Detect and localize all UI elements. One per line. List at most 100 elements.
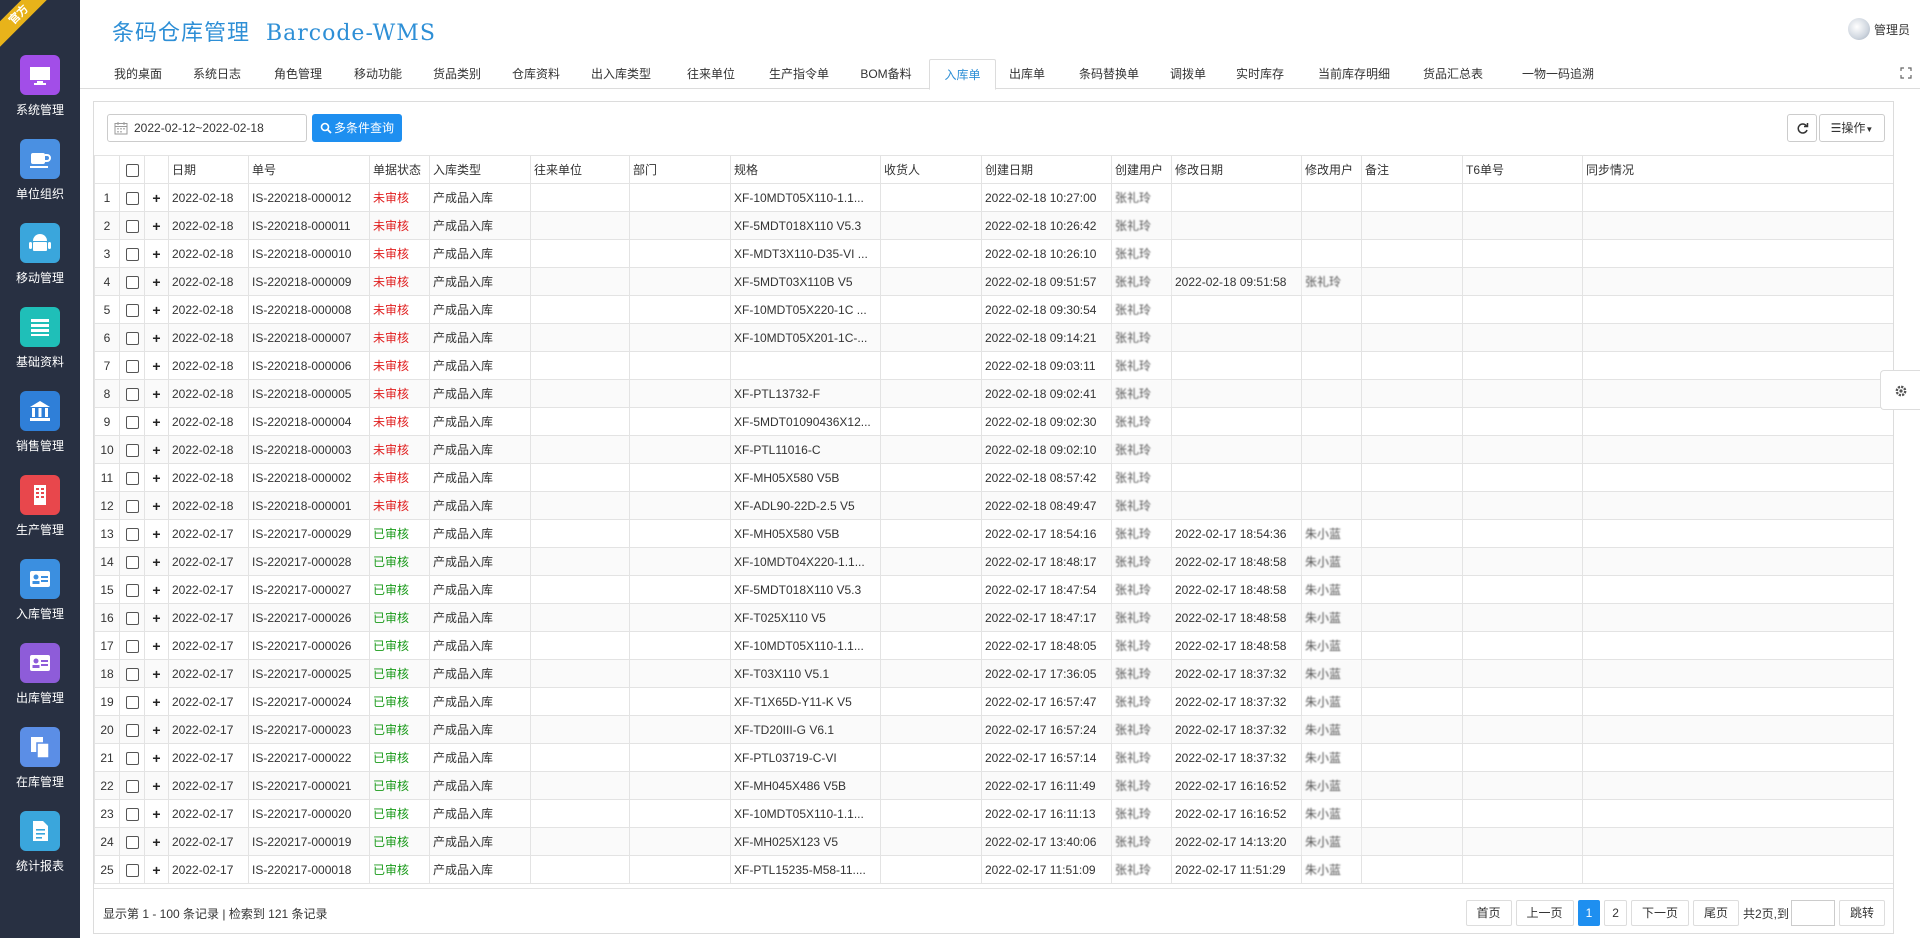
- table-row[interactable]: 6 +2022-02-18 IS-220218-000007 未审核 产成品入库 XF-1…: [94, 323, 1893, 352]
- row-checkbox-cell[interactable]: [119, 351, 145, 380]
- sidebar-item-4[interactable]: 基础资料: [0, 307, 80, 391]
- row-checkbox-cell[interactable]: [119, 519, 145, 548]
- row-checkbox-cell[interactable]: [119, 771, 145, 800]
- row-checkbox[interactable]: [125, 219, 139, 233]
- last-page-button[interactable]: 尾页: [1692, 900, 1739, 926]
- tab-9[interactable]: 生产指令单: [760, 59, 838, 89]
- table-row[interactable]: 10 +2022-02-18 IS-220218-000003 未审核 产成品入库 XF-…: [94, 435, 1893, 464]
- column-header[interactable]: 日期: [168, 155, 249, 184]
- expand-row-icon[interactable]: +: [144, 799, 169, 828]
- first-page-button[interactable]: 首页: [1465, 900, 1512, 926]
- tab-1[interactable]: 我的桌面: [104, 59, 172, 89]
- row-checkbox-cell[interactable]: [119, 547, 145, 576]
- sidebar-item-3[interactable]: 移动管理: [0, 223, 80, 307]
- tab-13[interactable]: 条码替换单: [1066, 59, 1152, 89]
- sidebar-item-5[interactable]: 销售管理: [0, 391, 80, 475]
- multi-search-button[interactable]: 多条件查询: [312, 114, 402, 142]
- select-all-header[interactable]: [119, 155, 145, 184]
- table-row[interactable]: 25 +2022-02-17 IS-220217-000018 已审核 产成品入库 XF-…: [94, 855, 1893, 884]
- table-row[interactable]: 24 +2022-02-17 IS-220217-000019 已审核 产成品入库 XF-…: [94, 827, 1893, 856]
- row-checkbox-cell[interactable]: [119, 267, 145, 296]
- tab-6[interactable]: 仓库资料: [504, 59, 568, 89]
- row-checkbox-cell[interactable]: [119, 435, 145, 464]
- row-checkbox-cell[interactable]: [119, 407, 145, 436]
- settings-tab[interactable]: [1880, 370, 1920, 410]
- row-checkbox-cell[interactable]: [119, 211, 145, 240]
- table-row[interactable]: 22 +2022-02-17 IS-220217-000021 已审核 产成品入库 XF-…: [94, 771, 1893, 800]
- sidebar-item-6[interactable]: 生产管理: [0, 475, 80, 559]
- expand-row-icon[interactable]: +: [144, 715, 169, 744]
- table-row[interactable]: 16 +2022-02-17 IS-220217-000026 已审核 产成品入库 XF-…: [94, 603, 1893, 632]
- column-header[interactable]: 修改日期: [1171, 155, 1302, 184]
- expand-row-icon[interactable]: +: [144, 463, 169, 492]
- sidebar-item-1[interactable]: 系统管理: [0, 55, 80, 139]
- table-row[interactable]: 14 +2022-02-17 IS-220217-000028 已审核 产成品入库 XF-…: [94, 547, 1893, 576]
- table-row[interactable]: 23 +2022-02-17 IS-220217-000020 已审核 产成品入库 XF-…: [94, 799, 1893, 828]
- sidebar-item-8[interactable]: 出库管理: [0, 643, 80, 727]
- row-checkbox[interactable]: [125, 527, 139, 541]
- row-checkbox-cell[interactable]: [119, 295, 145, 324]
- expand-row-icon[interactable]: +: [144, 379, 169, 408]
- expand-row-icon[interactable]: +: [144, 407, 169, 436]
- table-row[interactable]: 4 +2022-02-18 IS-220218-000009 未审核 产成品入库 XF-5…: [94, 267, 1893, 296]
- expand-row-icon[interactable]: +: [144, 575, 169, 604]
- table-row[interactable]: 7 +2022-02-18 IS-220218-000006 未审核 产成品入库 2022…: [94, 351, 1893, 380]
- next-page-button[interactable]: 下一页: [1630, 900, 1689, 926]
- sidebar-item-7[interactable]: 入库管理: [0, 559, 80, 643]
- table-row[interactable]: 8 +2022-02-18 IS-220218-000005 未审核 产成品入库 XF-P…: [94, 379, 1893, 408]
- row-checkbox-cell[interactable]: [119, 575, 145, 604]
- tab-16[interactable]: 当前库存明细: [1307, 59, 1401, 89]
- tab-8[interactable]: 往来单位: [676, 59, 746, 89]
- tab-15[interactable]: 实时库存: [1225, 59, 1295, 89]
- table-row[interactable]: 11 +2022-02-18 IS-220218-000002 未审核 产成品入库 XF-…: [94, 463, 1893, 492]
- tab-2[interactable]: 系统日志: [183, 59, 251, 89]
- row-checkbox[interactable]: [125, 331, 139, 345]
- tab-10[interactable]: BOM备料: [852, 59, 920, 89]
- jump-button[interactable]: 跳转: [1838, 900, 1885, 926]
- expand-row-icon[interactable]: +: [144, 519, 169, 548]
- table-row[interactable]: 12 +2022-02-18 IS-220218-000001 未审核 产成品入库 XF-…: [94, 491, 1893, 520]
- expand-row-icon[interactable]: +: [144, 603, 169, 632]
- tab-11[interactable]: 入库单: [929, 59, 996, 90]
- expand-row-icon[interactable]: +: [144, 435, 169, 464]
- row-checkbox-cell[interactable]: [119, 743, 145, 772]
- row-checkbox[interactable]: [125, 639, 139, 653]
- tab-4[interactable]: 移动功能: [344, 59, 412, 89]
- row-checkbox[interactable]: [125, 247, 139, 261]
- tab-12[interactable]: 出库单: [998, 59, 1056, 89]
- operations-button[interactable]: ☰操作▼: [1819, 114, 1885, 142]
- row-checkbox-cell[interactable]: [119, 603, 145, 632]
- prev-page-button[interactable]: 上一页: [1515, 900, 1574, 926]
- column-header[interactable]: 往来单位: [530, 155, 630, 184]
- row-checkbox-cell[interactable]: [119, 631, 145, 660]
- row-checkbox-cell[interactable]: [119, 827, 145, 856]
- row-checkbox-cell[interactable]: [119, 183, 145, 212]
- row-checkbox[interactable]: [125, 583, 139, 597]
- row-checkbox-cell[interactable]: [119, 491, 145, 520]
- row-checkbox[interactable]: [125, 723, 139, 737]
- row-checkbox[interactable]: [125, 807, 139, 821]
- expand-row-icon[interactable]: +: [144, 743, 169, 772]
- row-checkbox-cell[interactable]: [119, 687, 145, 716]
- table-row[interactable]: 21 +2022-02-17 IS-220217-000022 已审核 产成品入库 XF-…: [94, 743, 1893, 772]
- row-checkbox[interactable]: [125, 667, 139, 681]
- user-menu[interactable]: 管理员: [1847, 18, 1910, 40]
- table-row[interactable]: 2 +2022-02-18 IS-220218-000011 未审核 产成品入库 XF-5…: [94, 211, 1893, 240]
- date-range-input[interactable]: 2022-02-12~2022-02-18: [107, 114, 307, 142]
- fullscreen-icon[interactable]: [1900, 67, 1912, 79]
- row-checkbox[interactable]: [125, 387, 139, 401]
- table-row[interactable]: 15 +2022-02-17 IS-220217-000027 已审核 产成品入库 XF-…: [94, 575, 1893, 604]
- table-row[interactable]: 9 +2022-02-18 IS-220218-000004 未审核 产成品入库 XF-5…: [94, 407, 1893, 436]
- column-header[interactable]: 单号: [248, 155, 370, 184]
- table-row[interactable]: 20 +2022-02-17 IS-220217-000023 已审核 产成品入库 XF-…: [94, 715, 1893, 744]
- data-table-container[interactable]: 日期 单号 单据状态 入库类型 往来单位 部门 规格 收货人 创建日期 创建用户 修改日期 修改用户备…: [94, 155, 1893, 888]
- row-checkbox[interactable]: [125, 499, 139, 513]
- table-row[interactable]: 3 +2022-02-18 IS-220218-000010 未审核 产成品入库 XF-M…: [94, 239, 1893, 268]
- expand-row-icon[interactable]: +: [144, 351, 169, 380]
- column-header[interactable]: 创建用户: [1111, 155, 1172, 184]
- tab-7[interactable]: 出入库类型: [580, 59, 662, 89]
- column-header[interactable]: 单据状态: [369, 155, 430, 184]
- row-checkbox-cell[interactable]: [119, 323, 145, 352]
- expand-row-icon[interactable]: +: [144, 855, 169, 884]
- row-checkbox-cell[interactable]: [119, 659, 145, 688]
